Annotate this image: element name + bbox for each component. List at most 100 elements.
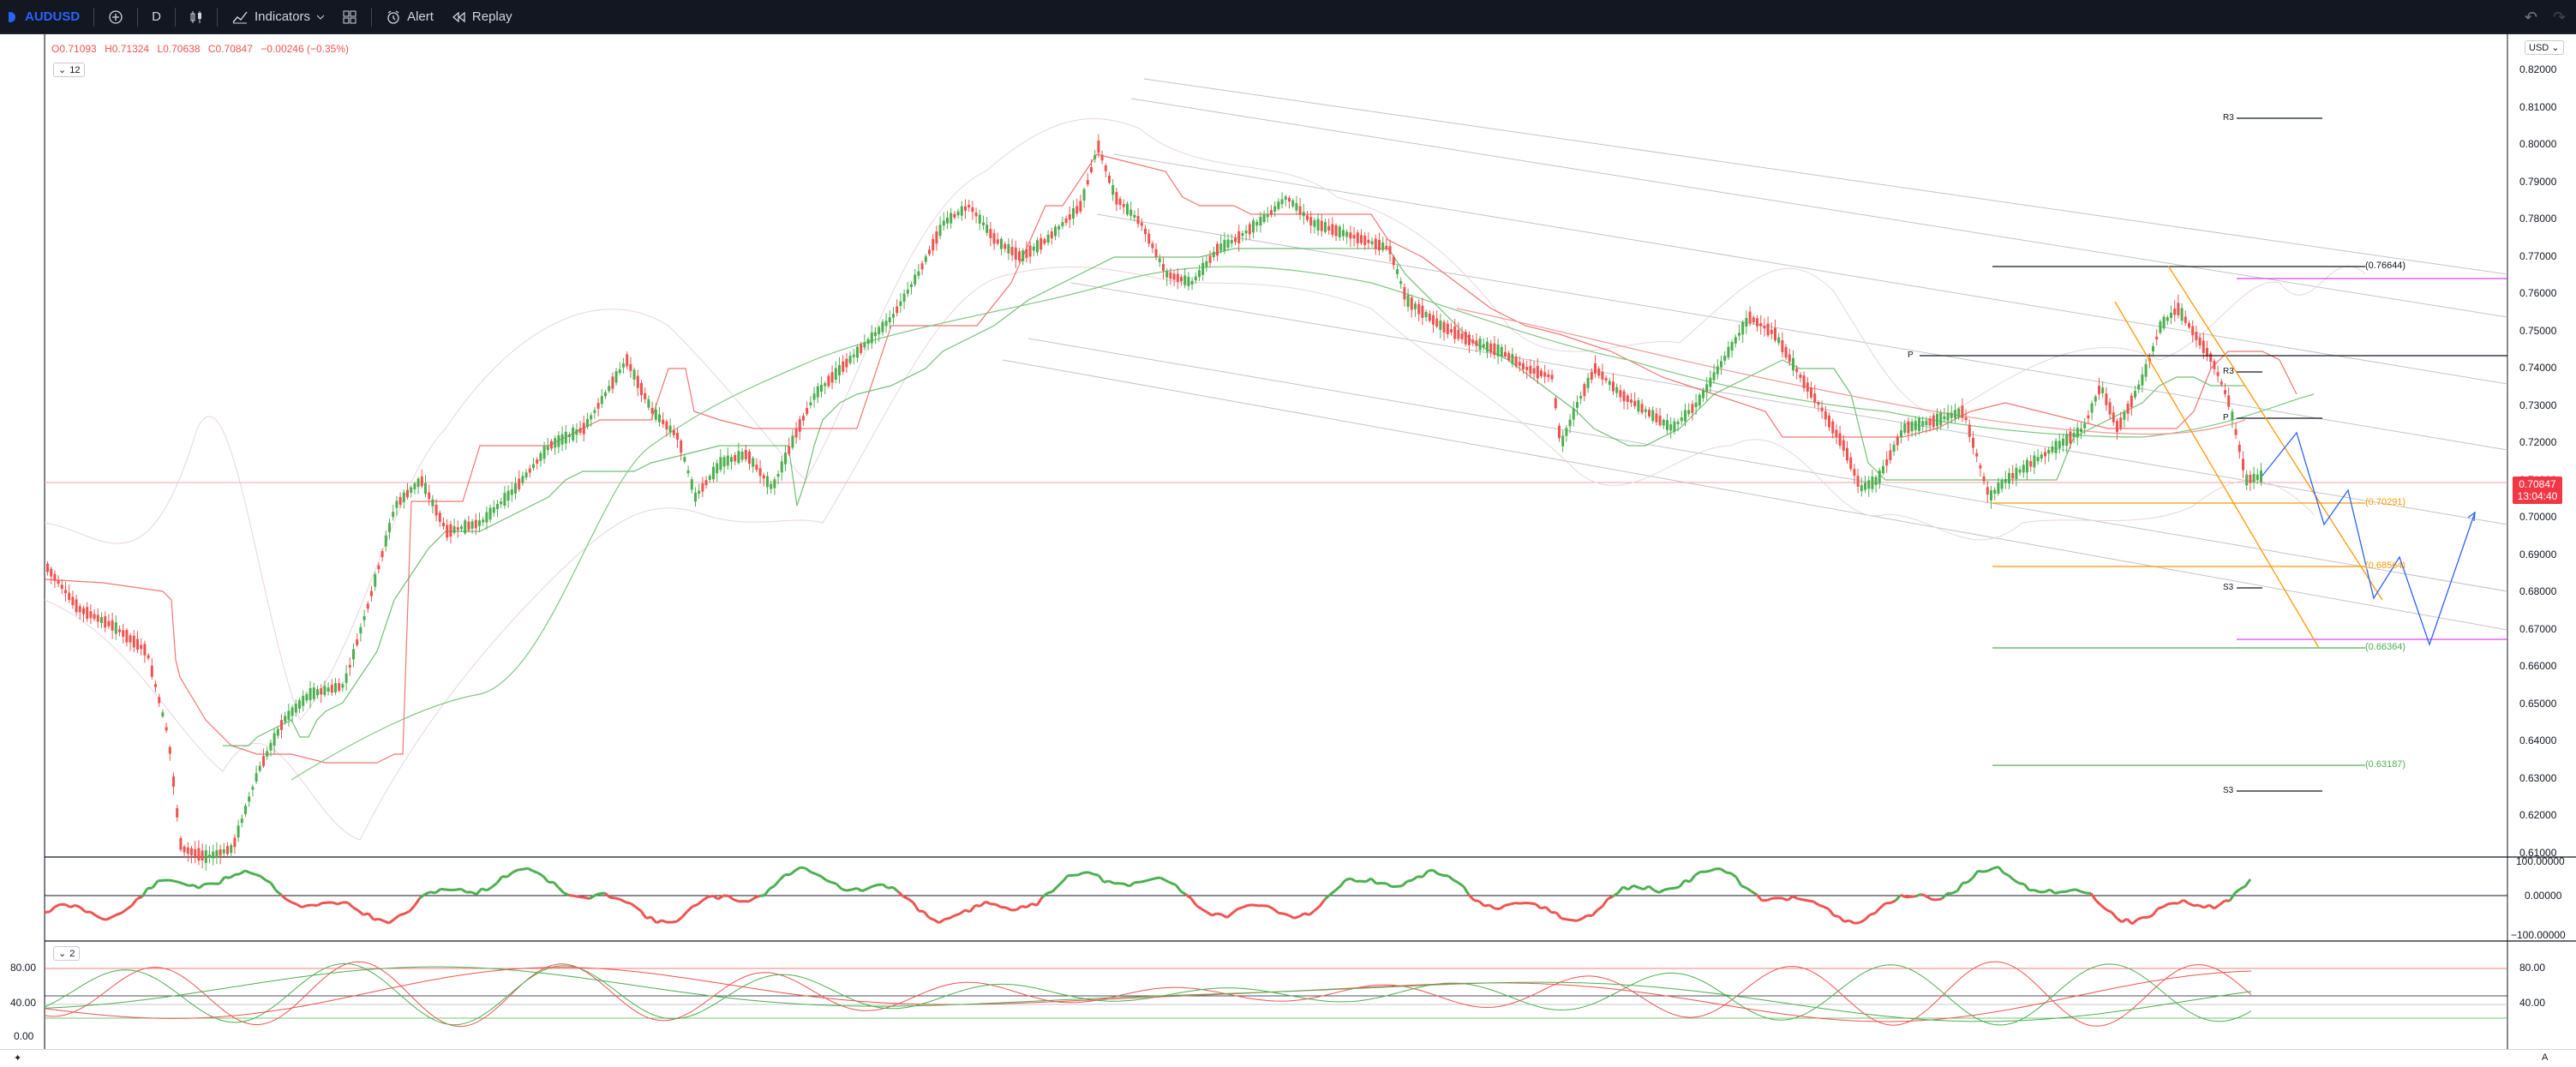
ohlc-legend: O0.71093 H0.71324 L0.70638 C0.70847 −0.0… (51, 43, 354, 55)
osc1-segment (698, 901, 703, 905)
candle-body (907, 290, 909, 294)
candle-body (1241, 233, 1243, 236)
candle-body (475, 520, 477, 529)
candle-body (863, 343, 866, 348)
candle-body (2083, 423, 2086, 429)
osc1-segment (2153, 908, 2158, 915)
candle-body (1900, 430, 1902, 437)
osc1-segment (1710, 869, 1716, 871)
candle-body (1461, 333, 1464, 339)
osc1-segment (523, 868, 528, 869)
candle-body (1889, 450, 1891, 460)
candle-body (2094, 397, 2097, 402)
auto-scale-icon[interactable]: A (2542, 1052, 2548, 1063)
interval-button[interactable]: D (143, 0, 170, 34)
symbol-button[interactable]: AUDUSD (0, 0, 88, 34)
candle-body (939, 225, 942, 236)
candle-body (2119, 417, 2122, 429)
osc1-segment (1741, 886, 1746, 888)
candle-body (1281, 200, 1284, 205)
chart-canvas[interactable] (0, 34, 2576, 1049)
osc1-segment (1453, 880, 1459, 883)
osc1-segment (353, 908, 358, 911)
osc1-segment (682, 911, 687, 917)
candle-body (691, 479, 693, 489)
osc1-segment (672, 921, 677, 922)
osc1-segment (2132, 920, 2137, 924)
currency-selector[interactable]: USD ⌄ (2525, 40, 2564, 55)
candle-body (2091, 404, 2094, 413)
candle-body (1407, 295, 1410, 307)
indicators-collapse-button[interactable]: ⌄ 12 (53, 63, 85, 77)
osc2-collapse-button[interactable]: ⌄ 2 (53, 946, 80, 961)
osc1-segment (790, 871, 795, 875)
alert-button[interactable]: Alert (377, 0, 442, 34)
candle-body (1501, 347, 1503, 357)
candle-body (280, 720, 283, 730)
ohlc-change: −0.00246 (−0.35%) (261, 43, 349, 55)
osc1-segment (297, 904, 302, 908)
candle-body (424, 483, 427, 495)
candle-body (471, 521, 474, 529)
osc1-segment (183, 884, 189, 885)
pivot-s3-label: S3 (2223, 583, 2233, 592)
candle-body (1651, 411, 1654, 422)
price-axis-label: 0.70000 (2519, 511, 2556, 523)
candle-body (1123, 204, 1125, 207)
compare-button[interactable] (99, 0, 132, 34)
candle-body (1270, 210, 1273, 215)
candle-body (701, 483, 704, 492)
replay-button[interactable]: Replay (442, 0, 521, 34)
candle-body (287, 710, 290, 719)
candle-body (1907, 422, 1909, 434)
osc1-segment (1124, 884, 1129, 886)
candle-body (698, 491, 700, 495)
osc1-segment (1129, 883, 1135, 886)
candle-body (331, 685, 333, 692)
osc1-segment (826, 880, 831, 882)
chart-type-button[interactable] (181, 0, 212, 34)
candle-body (982, 223, 985, 225)
candle-body (2008, 473, 2010, 483)
osc1-segment (50, 907, 55, 912)
osc1-segment (1459, 883, 1464, 886)
candle-body (723, 457, 726, 466)
osc1-segment (955, 914, 960, 915)
candle-body (583, 423, 585, 435)
candle-body (1486, 342, 1489, 352)
osc1-segment (430, 892, 435, 893)
osc1-segment (764, 889, 770, 896)
osc1-segment (487, 887, 492, 890)
osc1-segment (127, 905, 132, 908)
candle-body (2235, 429, 2238, 435)
templates-button[interactable] (333, 0, 366, 34)
osc1-segment (2050, 890, 2055, 893)
candle-body (1961, 405, 1963, 417)
indicators-button[interactable]: Indicators (223, 0, 333, 34)
redo-icon[interactable]: ↷ (2553, 9, 2566, 27)
candle-body (1389, 246, 1392, 254)
candle-body (2224, 390, 2226, 393)
osc1-segment (456, 889, 461, 890)
candle-body (622, 363, 625, 367)
candle-body (1990, 490, 1992, 501)
candle-body (1723, 356, 1726, 361)
candle-body (1108, 176, 1111, 183)
osc1-segment (312, 905, 317, 906)
candle-body (215, 850, 218, 857)
osc1-segment (631, 903, 636, 907)
candle-body (2220, 381, 2223, 384)
osc1-segment (1880, 903, 1885, 908)
osc1-segment (358, 910, 363, 914)
candle-body (1781, 340, 1783, 352)
undo-icon[interactable]: ↶ (2525, 9, 2537, 27)
osc1-segment (626, 902, 631, 903)
candle-body (1860, 485, 1863, 491)
candle-body (903, 294, 906, 302)
indicators-icon (231, 9, 249, 25)
candle-body (122, 630, 124, 637)
projection-path[interactable] (2262, 433, 2475, 644)
timezone-icon[interactable]: ✦ (14, 1052, 21, 1064)
candle-body (2173, 309, 2176, 315)
candle-body (835, 368, 837, 380)
